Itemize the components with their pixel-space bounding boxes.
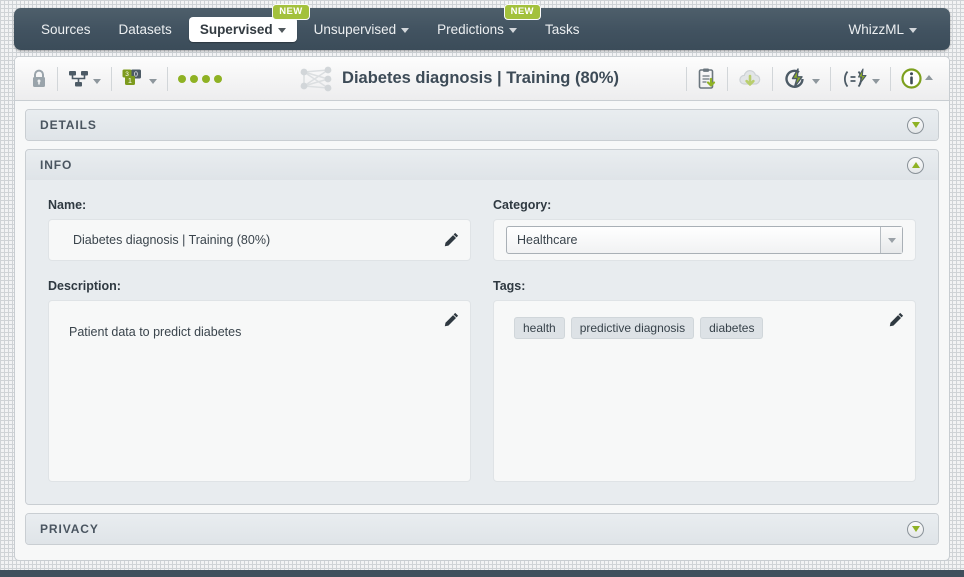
- pencil-icon[interactable]: [444, 232, 459, 247]
- chevron-down-icon: [508, 27, 517, 33]
- description-value: Patient data to predict diabetes: [69, 325, 242, 339]
- nav-item-label: Sources: [41, 21, 91, 37]
- category-select[interactable]: Healthcare: [506, 226, 903, 254]
- page-title: Diabetes diagnosis | Training (80%): [342, 69, 619, 87]
- category-field: Healthcare: [493, 219, 916, 261]
- nav-item-label: Unsupervised: [313, 21, 397, 37]
- batch-prediction-icon: [783, 67, 809, 90]
- nav-item-label: Tasks: [544, 21, 580, 37]
- main-navbar: Sources Datasets Supervised NEW Unsuperv…: [14, 3, 950, 50]
- clipboard-download-button[interactable]: [687, 57, 727, 101]
- chevron-up-icon: [925, 75, 933, 80]
- chevron-down-icon: [909, 27, 917, 33]
- navbar-right: WhizzML: [837, 17, 934, 42]
- resource-counts-icon: 0 3 1: [122, 69, 146, 89]
- nav-item-label: Supervised: [199, 21, 273, 37]
- nav-item-supervised[interactable]: Supervised NEW: [188, 3, 310, 42]
- status-dot: [178, 74, 186, 83]
- section-details: DETAILS: [25, 109, 939, 141]
- chevron-up-icon: [911, 162, 920, 168]
- pencil-icon[interactable]: [444, 312, 459, 327]
- section-privacy-header[interactable]: PRIVACY: [26, 514, 938, 544]
- account-label: WhizzML: [848, 21, 904, 37]
- name-field[interactable]: Diabetes diagnosis | Training (80%): [48, 219, 471, 261]
- nav-item-label: Predictions: [437, 21, 504, 37]
- resource-toolbar: 0 3 1 Diabetes diagnosis | Training (80%…: [15, 57, 949, 101]
- info-icon: [901, 68, 922, 89]
- name-label: Name:: [48, 198, 87, 212]
- info-right-column: Category: Healthcare Tags: health predic…: [493, 198, 916, 482]
- status-dot: [214, 74, 222, 83]
- section-privacy: PRIVACY: [25, 513, 939, 545]
- chevron-down-icon: [277, 27, 286, 33]
- cloud-download-icon: [738, 68, 762, 89]
- chevron-down-icon[interactable]: [880, 227, 902, 253]
- section-title: PRIVACY: [40, 522, 99, 536]
- evaluation-icon: [841, 67, 869, 90]
- tag-item[interactable]: health: [514, 317, 565, 339]
- footer-bar: [0, 570, 964, 577]
- nav-item-predictions[interactable]: Predictions NEW: [426, 3, 541, 42]
- description-label: Description:: [48, 279, 121, 293]
- info-button[interactable]: [891, 57, 943, 101]
- section-info-header[interactable]: INFO: [26, 150, 938, 180]
- status-dots[interactable]: [168, 74, 232, 83]
- chevron-down-icon: [872, 78, 880, 84]
- category-label: Category:: [493, 198, 552, 212]
- chevron-down-icon: [911, 526, 920, 532]
- section-title: INFO: [40, 158, 73, 172]
- status-dot: [202, 74, 210, 83]
- resource-title-area: Diabetes diagnosis | Training (80%): [232, 65, 686, 93]
- section-privacy-toggle[interactable]: [907, 520, 924, 538]
- pencil-icon[interactable]: [889, 312, 904, 327]
- content-card: 0 3 1 Diabetes diagnosis | Training (80%…: [14, 56, 950, 561]
- tag-list: health predictive diagnosis diabetes: [514, 317, 881, 339]
- nav-item-tasks[interactable]: Tasks: [534, 17, 591, 42]
- tags-field[interactable]: health predictive diagnosis diabetes: [493, 300, 916, 482]
- chevron-down-icon: [911, 122, 920, 128]
- section-details-header[interactable]: DETAILS: [26, 110, 938, 140]
- chevron-down-icon: [401, 27, 410, 33]
- cloud-download-button[interactable]: [728, 57, 772, 101]
- origin-dataset-button[interactable]: [58, 57, 111, 101]
- info-left-column: Name: Diabetes diagnosis | Training (80%…: [48, 198, 471, 482]
- clipboard-download-icon: [697, 68, 717, 90]
- nav-item-unsupervised[interactable]: Unsupervised: [303, 17, 421, 42]
- chevron-down-icon: [149, 78, 157, 84]
- tags-label: Tags:: [493, 279, 526, 293]
- description-field[interactable]: Patient data to predict diabetes: [48, 300, 471, 482]
- nav-item-account-whizzml[interactable]: WhizzML: [837, 17, 928, 42]
- batch-prediction-button[interactable]: [773, 57, 830, 101]
- nav-item-sources[interactable]: Sources: [30, 17, 102, 42]
- tag-item[interactable]: predictive diagnosis: [570, 317, 695, 339]
- category-value: Healthcare: [517, 233, 578, 247]
- privacy-lock-button[interactable]: [21, 57, 57, 101]
- chevron-down-icon: [93, 78, 101, 84]
- svg-text:1: 1: [128, 76, 132, 85]
- tag-item[interactable]: diabetes: [700, 317, 764, 339]
- chevron-down-icon: [812, 78, 820, 84]
- section-info-toggle[interactable]: [907, 156, 924, 174]
- section-details-toggle[interactable]: [907, 116, 924, 134]
- deepnet-icon: [299, 65, 333, 93]
- nav-item-label: Datasets: [118, 21, 172, 37]
- info-body: Name: Diabetes diagnosis | Training (80%…: [26, 180, 938, 504]
- sitemap-icon: [68, 70, 90, 88]
- evaluation-button[interactable]: [831, 57, 890, 101]
- section-info: INFO Name: Diabetes diagnosis | Training…: [25, 149, 939, 505]
- status-dot: [190, 74, 198, 83]
- resource-counts-button[interactable]: 0 3 1: [112, 57, 167, 101]
- nav-item-datasets[interactable]: Datasets: [108, 17, 183, 42]
- name-value: Diabetes diagnosis | Training (80%): [73, 233, 271, 247]
- lock-icon: [31, 69, 47, 88]
- section-title: DETAILS: [40, 118, 97, 132]
